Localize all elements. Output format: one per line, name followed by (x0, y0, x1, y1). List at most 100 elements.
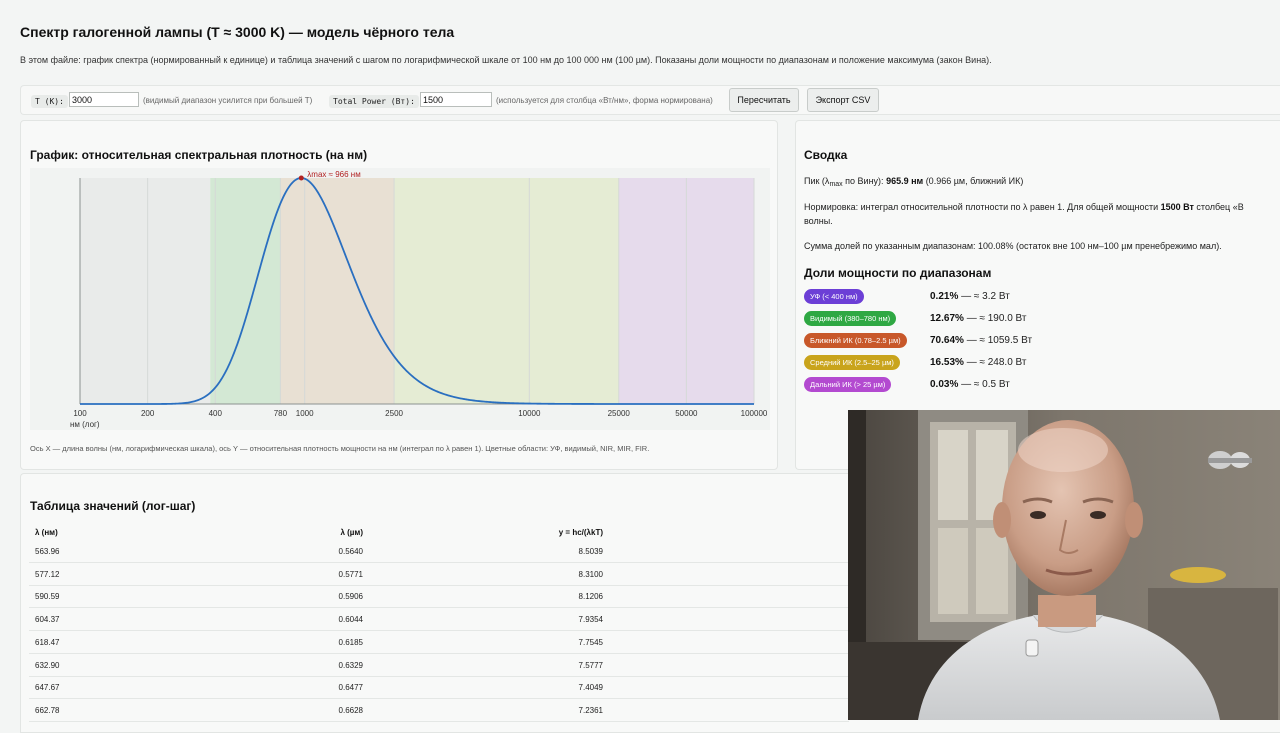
temperature-input[interactable] (69, 92, 139, 107)
table-cell: 604.37 (35, 615, 60, 625)
table-cell: 7.7545 (578, 637, 603, 647)
webcam-overlay (848, 410, 1280, 720)
x-tick-label: 200 (141, 409, 155, 418)
table-cell: 0.6044 (338, 615, 363, 625)
page: Спектр галогенной лампы (T ≈ 3000 K) — м… (0, 0, 1280, 733)
band-badge: УФ (< 400 нм) (804, 289, 864, 304)
table-cell: 0.6185 (338, 637, 363, 647)
page-title: Спектр галогенной лампы (T ≈ 3000 K) — м… (20, 24, 455, 40)
x-tick-label: 780 (274, 409, 288, 418)
spectrum-chart: λmax ≈ 966 нм 100 200 400 780 1000 2500 10000 25… (70, 170, 768, 429)
table-cell: 7.5777 (578, 660, 603, 670)
band-row: Дальний ИК (> 25 µм) 0.03% — ≈ 0.5 Вт (804, 377, 1264, 393)
peak-prefix: Пик (λ (804, 176, 830, 186)
x-tick-label: 100000 (741, 409, 768, 418)
chart-card: График: относительная спектральная плотн… (20, 120, 778, 470)
table-cell: 0.5771 (338, 569, 363, 579)
band-row: Ближний ИК (0.78–2.5 µм) 70.64% — ≈ 1059.… (804, 333, 1264, 349)
band-value: 12.67% — ≈ 190.0 Вт (930, 313, 1027, 324)
peak-suffix: (0.966 µм, ближний ИК) (923, 176, 1024, 186)
table-cell: 618.47 (35, 637, 60, 647)
norm-suffix: столбец «В (1193, 202, 1244, 212)
table-cell: 647.67 (35, 683, 60, 693)
summary-title: Сводка (804, 148, 848, 162)
peak-subscript: max (829, 181, 843, 188)
table-row: 604.37 0.6044 7.9354 (29, 609, 849, 632)
table-row: 647.67 0.6477 7.4049 (29, 677, 849, 700)
x-tick-label: 400 (209, 409, 223, 418)
band-region-vis (210, 178, 281, 404)
table-cell: 8.5039 (578, 547, 603, 556)
table-row: 577.12 0.5771 8.3100 (29, 564, 849, 586)
table-cell: 7.9354 (578, 615, 603, 625)
table-cell: 8.3100 (578, 569, 603, 579)
peak-annotation: λmax ≈ 966 нм (307, 170, 360, 179)
table-cell: 563.96 (35, 547, 60, 556)
power-input[interactable] (420, 92, 492, 107)
table-row: 563.96 0.5640 8.5039 (29, 541, 849, 563)
temperature-hint: (видимый диапазон усилится при большей T… (143, 96, 313, 105)
table-title: Таблица значений (лог-шаг) (30, 499, 196, 513)
band-badge: Видимый (380–780 нм) (804, 311, 897, 326)
norm-prefix: Нормировка: интеграл относительной плотн… (804, 202, 1161, 212)
x-tick-label: 1000 (296, 409, 314, 418)
table-row: 618.47 0.6185 7.7545 (29, 632, 849, 654)
band-value: 0.03% — ≈ 0.5 Вт (930, 379, 1010, 390)
table-cell: 0.6329 (338, 660, 363, 670)
table-cell: 0.5640 (338, 547, 363, 556)
sum-of-fractions: Сумма долей по указанным диапазонам: 100… (804, 241, 1222, 251)
table-row: 590.59 0.5906 8.1206 (29, 586, 849, 609)
temperature-label: T (K): (31, 95, 68, 108)
table-cell: 7.2361 (578, 705, 603, 715)
power-label: Total Power (Вт): (329, 95, 419, 108)
normalization-line-2: волны. (804, 216, 833, 226)
power-hint: (используется для столбца «Вт/нм», форма… (496, 96, 713, 105)
band-value: 0.21% — ≈ 3.2 Вт (930, 291, 1010, 302)
table-cell: 8.1206 (578, 592, 603, 602)
column-header-lambda-um: λ (µм) (340, 528, 363, 537)
table-cell: 590.59 (35, 592, 60, 602)
page-description: В этом файле: график спектра (нормирован… (20, 55, 992, 65)
x-tick-label: 50000 (675, 409, 698, 418)
table-row: 662.78 0.6628 7.2361 (29, 700, 849, 722)
controls-bar: T (K): (видимый диапазон усилится при бо… (20, 85, 1280, 115)
table-cell: 0.5906 (338, 592, 363, 602)
column-header-y: y = hc/(λkT) (558, 528, 603, 537)
table-cell: 632.90 (35, 660, 60, 670)
peak-value: 965.9 нм (886, 176, 924, 186)
norm-power: 1500 Вт (1160, 202, 1194, 212)
chart-caption: Ось X — длина волны (нм, логарифмическая… (30, 444, 650, 453)
x-axis-label: нм (лог) (70, 420, 100, 429)
band-region-mir (394, 178, 619, 404)
x-tick-label: 100 (73, 409, 87, 418)
peak-line: Пик (λmax по Вину): 965.9 нм (0.966 µм, … (804, 176, 1023, 188)
chart-plot-area: λmax ≈ 966 нм 100 200 400 780 1000 2500 10000 25… (30, 168, 770, 430)
band-badge: Средний ИК (2.5–25 µм) (804, 355, 900, 370)
band-region-uv (80, 178, 211, 404)
band-value: 70.64% — ≈ 1059.5 Вт (930, 335, 1033, 346)
table-row: 632.90 0.6329 7.5777 (29, 655, 849, 677)
export-csv-button[interactable]: Экспорт CSV (807, 88, 879, 112)
presenter-video (848, 410, 1280, 720)
band-value: 16.53% — ≈ 248.0 Вт (930, 357, 1027, 368)
chart-title: График: относительная спектральная плотн… (30, 148, 368, 162)
band-row: Средний ИК (2.5–25 µм) 16.53% — ≈ 248.0 В… (804, 355, 1264, 371)
x-tick-label: 10000 (518, 409, 541, 418)
normalization-line: Нормировка: интеграл относительной плотн… (804, 202, 1244, 212)
band-badge: Ближний ИК (0.78–2.5 µм) (804, 333, 907, 348)
table-cell: 7.4049 (578, 683, 603, 693)
recalculate-button[interactable]: Пересчитать (729, 88, 799, 112)
band-badge: Дальний ИК (> 25 µм) (804, 377, 892, 392)
column-header-lambda-nm: λ (нм) (35, 528, 58, 537)
peak-marker (298, 175, 304, 181)
band-region-nir (280, 178, 395, 404)
table-cell: 577.12 (35, 569, 60, 579)
x-tick-label: 2500 (385, 409, 403, 418)
table-cell: 0.6477 (338, 683, 363, 693)
table-cell: 0.6628 (338, 705, 363, 715)
x-tick-label: 25000 (608, 409, 631, 418)
table-cell: 662.78 (35, 705, 60, 715)
peak-mid: по Вину): (842, 176, 887, 186)
bands-title: Доли мощности по диапазонам (804, 266, 992, 280)
band-row: Видимый (380–780 нм) 12.67% — ≈ 190.0 Вт (804, 311, 1264, 327)
